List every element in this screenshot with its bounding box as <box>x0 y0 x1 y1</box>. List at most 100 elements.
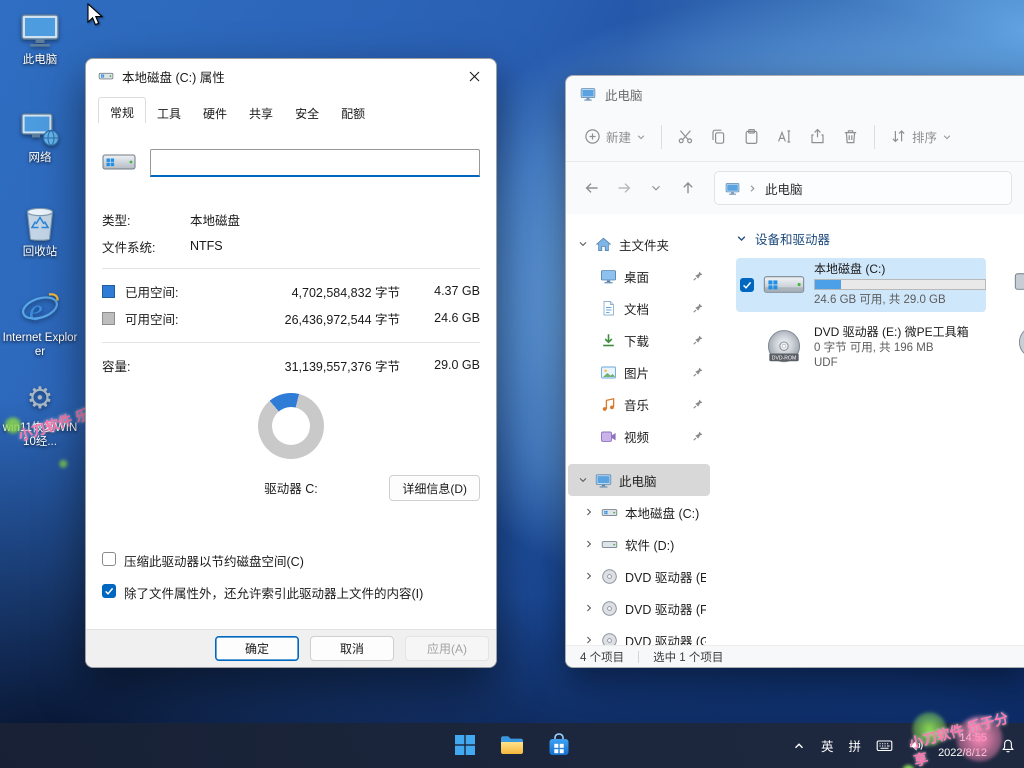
taskbar-clock[interactable]: 14:55 2022/8/12 <box>938 731 987 761</box>
recycle-bin-icon <box>2 204 78 242</box>
selected-count: 选中 1 个项目 <box>653 649 723 665</box>
clipped-dvd-tile[interactable] <box>1013 322 1024 366</box>
dvd-drive-icon <box>601 600 618 617</box>
apply-button[interactable]: 应用(A) <box>405 636 489 661</box>
group-header-devices[interactable]: 设备和驱动器 <box>736 228 1024 248</box>
chevron-right-icon[interactable] <box>584 507 594 517</box>
drive-icon <box>98 68 114 84</box>
desktop: 此电脑 网络 回收站 e Internet Explorer ⚙ win11恢复… <box>0 0 1024 768</box>
close-button[interactable] <box>452 59 496 93</box>
chevron-right-icon[interactable] <box>584 539 594 549</box>
drive-filesystem: UDF <box>814 356 986 371</box>
desktop-icon-network[interactable]: 网络 <box>2 110 78 165</box>
sidebar-item-drive-c[interactable]: 本地磁盘 (C:) <box>568 496 710 528</box>
start-button[interactable] <box>445 725 485 765</box>
chevron-up-icon <box>792 739 806 753</box>
share-button[interactable] <box>801 121 834 152</box>
capacity-bar-fill <box>815 280 841 289</box>
drive-free-space: 0 字节 可用, 共 196 MB <box>814 341 986 356</box>
sidebar-item-drive-d[interactable]: 软件 (D:) <box>568 528 710 560</box>
ime-mode-indicator[interactable]: 拼 <box>847 734 864 757</box>
sidebar-item-videos[interactable]: 视频 <box>568 420 710 452</box>
address-bar[interactable]: 此电脑 <box>714 171 1012 205</box>
up-button[interactable] <box>674 174 702 202</box>
checkbox-checked[interactable] <box>740 278 754 292</box>
breadcrumb[interactable]: 此电脑 <box>765 179 803 198</box>
ok-button[interactable]: 确定 <box>215 636 299 661</box>
free-space-swatch <box>102 312 115 325</box>
compress-checkbox[interactable]: 压缩此驱动器以节约磁盘空间(C) <box>102 551 480 570</box>
sidebar-item-downloads[interactable]: 下载 <box>568 324 710 356</box>
notification-center-button[interactable] <box>998 736 1018 756</box>
paste-icon <box>743 128 760 145</box>
sidebar-item-home[interactable]: 主文件夹 <box>568 228 710 260</box>
drive-caption: 驱动器 C: <box>264 482 317 496</box>
cancel-button[interactable]: 取消 <box>310 636 394 661</box>
sidebar-item-drive-g[interactable]: DVD 驱动器 (G:) <box>568 624 710 645</box>
hard-drive-icon <box>601 536 618 553</box>
chevron-down-icon <box>736 233 747 244</box>
volume-label-input[interactable] <box>150 149 480 177</box>
recent-locations-button[interactable] <box>642 174 670 202</box>
sidebar-item-music[interactable]: 音乐 <box>568 388 710 420</box>
mouse-cursor <box>85 3 107 27</box>
desktop-icon-win11-restore[interactable]: ⚙ win11恢复WIN10经... <box>2 380 78 450</box>
sidebar-item-drive-f[interactable]: DVD 驱动器 (F:) <box>568 592 710 624</box>
ime-language-indicator[interactable]: 英 <box>819 734 836 757</box>
index-checkbox[interactable]: 除了文件属性外，还允许索引此驱动器上文件的内容(I) <box>102 583 480 602</box>
pin-icon <box>692 366 704 378</box>
rename-button[interactable] <box>768 121 801 152</box>
volume-button[interactable] <box>906 735 927 756</box>
clipped-drive-tile[interactable] <box>1013 260 1024 304</box>
new-button[interactable]: 新建 <box>576 120 654 153</box>
scissors-icon <box>677 128 694 145</box>
arrow-right-icon <box>616 180 632 196</box>
desktop-icon-recycle-bin[interactable]: 回收站 <box>2 204 78 259</box>
folder-icon <box>499 732 525 758</box>
chevron-right-icon[interactable] <box>584 603 594 613</box>
show-hidden-icons-button[interactable] <box>790 737 808 755</box>
back-button[interactable] <box>578 174 606 202</box>
file-explorer-button[interactable] <box>492 725 532 765</box>
checkbox-checked[interactable] <box>102 584 116 598</box>
drive-c-tile[interactable]: 本地磁盘 (C:) 24.6 GB 可用, 共 29.0 GB <box>736 258 986 312</box>
sort-button[interactable]: 排序 <box>882 120 960 153</box>
chevron-down-icon[interactable] <box>578 239 588 249</box>
store-bag-icon <box>546 732 572 758</box>
music-icon <box>600 396 617 413</box>
divider <box>638 651 639 663</box>
checkbox-unchecked[interactable] <box>102 552 116 566</box>
cut-button[interactable] <box>669 121 702 152</box>
desktop-icon-this-pc[interactable]: 此电脑 <box>2 12 78 67</box>
sidebar-item-desktop[interactable]: 桌面 <box>568 260 710 292</box>
this-pc-icon <box>725 181 740 196</box>
details-button[interactable]: 详细信息(D) <box>389 475 480 501</box>
desktop-icon-internet-explorer[interactable]: e Internet Explorer <box>2 290 78 360</box>
document-icon <box>600 300 617 317</box>
sidebar-item-drive-e[interactable]: DVD 驱动器 (E:) <box>568 560 710 592</box>
drive-icon <box>102 150 136 176</box>
chevron-right-icon[interactable] <box>584 571 594 581</box>
touch-keyboard-button[interactable] <box>874 735 895 756</box>
taskbar: 英 拼 14:55 2022/8/12 <box>0 723 1024 768</box>
sidebar-item-pictures[interactable]: 图片 <box>568 356 710 388</box>
delete-button[interactable] <box>834 121 867 152</box>
chevron-right-icon[interactable] <box>584 635 594 645</box>
paste-button[interactable] <box>735 121 768 152</box>
chevron-down-icon[interactable] <box>578 475 588 485</box>
clock-date: 2022/8/12 <box>938 746 987 761</box>
dialog-titlebar[interactable]: 本地磁盘 (C:) 属性 <box>86 59 496 93</box>
navigation-pane: 主文件夹 桌面 文档 下载 <box>566 214 712 645</box>
dvd-rom-label: DVD-ROM <box>772 355 796 361</box>
desktop-icon-label: 此电脑 <box>2 53 78 67</box>
microsoft-store-button[interactable] <box>539 725 579 765</box>
sidebar-item-documents[interactable]: 文档 <box>568 292 710 324</box>
sidebar-item-this-pc[interactable]: 此电脑 <box>568 464 710 496</box>
divider <box>102 342 480 343</box>
forward-button[interactable] <box>610 174 638 202</box>
videos-icon <box>600 428 617 445</box>
copy-button[interactable] <box>702 121 735 152</box>
drive-e-tile[interactable]: DVD-ROM DVD 驱动器 (E:) 微PE工具箱 0 字节 可用, 共 1… <box>736 321 986 375</box>
explorer-titlebar[interactable]: 此电脑 <box>566 76 1024 112</box>
filesystem-value: NTFS <box>190 239 223 253</box>
